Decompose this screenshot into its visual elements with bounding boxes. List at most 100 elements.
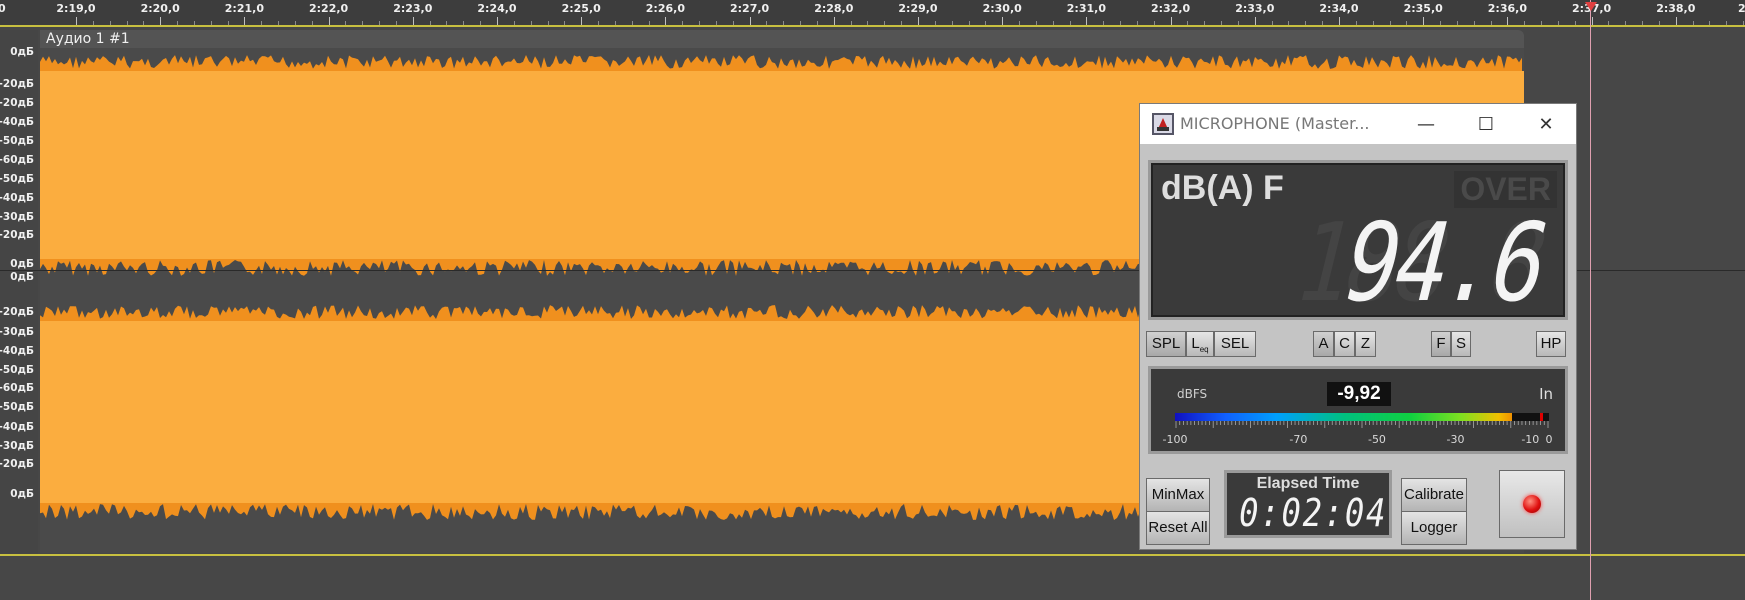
close-button[interactable]: ✕: [1516, 104, 1576, 144]
ruler-tick: 2:23,0: [393, 0, 432, 25]
reset-all-button[interactable]: Reset All: [1146, 511, 1210, 545]
ruler-tick-line: [244, 17, 246, 25]
ruler-tick-line: [1591, 17, 1593, 25]
ruler-minor-tick: [1524, 21, 1526, 25]
ruler-minor-tick: [1709, 21, 1711, 25]
maximize-button[interactable]: ☐: [1456, 104, 1516, 144]
ruler-tick: 2:21,0: [225, 0, 264, 25]
app-icon: [1152, 113, 1174, 135]
level-scale-label: -100: [1162, 433, 1188, 446]
window-titlebar[interactable]: MICROPHONE (Master... — ☐ ✕: [1140, 104, 1576, 144]
ruler-tick-label: 2:21,0: [224, 2, 264, 15]
level-bar: [1175, 413, 1549, 421]
logger-button[interactable]: Logger: [1401, 511, 1467, 545]
ruler-minor-tick: [699, 21, 701, 25]
ruler-tick-line: [1170, 17, 1172, 25]
ruler-minor-tick: [92, 21, 94, 25]
ruler-minor-tick: [598, 21, 600, 25]
fast-response-button[interactable]: F: [1431, 331, 1451, 357]
ruler-minor-tick: [985, 21, 987, 25]
ruler-tick-line: [833, 17, 835, 25]
ruler-minor-tick: [1726, 21, 1728, 25]
leq-button[interactable]: Leq: [1186, 331, 1214, 357]
playhead-marker-icon[interactable]: [1585, 2, 1597, 11]
ruler-tick-label: 2:20,0: [140, 2, 180, 15]
ruler-minor-tick: [766, 21, 768, 25]
ruler-minor-tick: [143, 21, 145, 25]
level-bar-fill: [1175, 413, 1512, 421]
a-weighting-button[interactable]: A: [1313, 331, 1334, 357]
ruler-minor-tick: [1372, 21, 1374, 25]
ruler-minor-tick: [126, 21, 128, 25]
dbfs-meter: dBFS -9,92 In -100 -70 -50 -30 -10 0: [1148, 366, 1568, 454]
ruler-tick-line: [1002, 17, 1004, 25]
ruler-minor-tick: [1271, 21, 1273, 25]
ruler-minor-tick: [1743, 21, 1745, 25]
ruler-tick: 2:36,0: [1488, 0, 1527, 25]
ruler-tick-line: [412, 17, 414, 25]
calibrate-button[interactable]: Calibrate: [1401, 478, 1467, 512]
z-weighting-button[interactable]: Z: [1355, 331, 1376, 357]
minmax-button[interactable]: MinMax: [1146, 478, 1210, 512]
ruler-tick-label: 2:30,0: [982, 2, 1022, 15]
level-scale-label: -30: [1446, 433, 1465, 446]
record-button[interactable]: [1499, 470, 1565, 538]
ruler-tick: 2:27,0: [730, 0, 769, 25]
spl-value: 94.6: [1342, 201, 1547, 326]
ruler-tick: 2:29,0: [898, 0, 938, 25]
ruler-minor-tick: [1355, 21, 1357, 25]
ruler-tick-label: 2:19,0: [56, 2, 96, 15]
sel-button[interactable]: SEL: [1214, 331, 1256, 357]
db-scale-label: -60дБ: [0, 154, 34, 166]
db-scale: 0дБ -20дБ -20дБ -40дБ -50дБ -60дБ -50дБ -40дБ -3…: [0, 30, 38, 555]
ruler-tick: 2:19,0: [56, 0, 96, 25]
ruler-tick-label: 2:25,0: [561, 2, 601, 15]
ruler-minor-tick: [867, 21, 869, 25]
sound-level-meter-window[interactable]: MICROPHONE (Master... — ☐ ✕ dB(A) F OVER…: [1139, 103, 1577, 550]
ruler-tick-line: [1507, 17, 1509, 25]
ruler-minor-tick: [177, 21, 179, 25]
ruler-minor-tick: [210, 21, 212, 25]
ruler-tick-line: [665, 17, 667, 25]
timeline-ruler[interactable]: 0 2:19,0 2:20,0 2:21,0 2:22,0 2:23,0 2:24,0 2:…: [0, 0, 1745, 27]
ruler-tick: 2:34,0: [1319, 0, 1359, 25]
ruler-minor-tick: [850, 21, 852, 25]
ruler-tick-line: [749, 17, 751, 25]
ruler-tick-line: [497, 17, 498, 25]
playhead-line[interactable]: [1590, 0, 1591, 600]
ruler-minor-tick: [1658, 21, 1660, 25]
minimize-button[interactable]: —: [1396, 104, 1456, 144]
ruler-tick: 2:20,0: [141, 0, 180, 25]
ruler-minor-tick: [530, 21, 532, 25]
ruler-minor-tick: [1557, 21, 1559, 25]
db-scale-label: -40дБ: [0, 345, 34, 357]
ruler-tick: 2:35,0: [1404, 0, 1443, 25]
ruler-minor-tick: [682, 21, 684, 25]
level-display: dB(A) F OVER 188.8 94.6: [1148, 160, 1568, 326]
ruler-tick: 2:28,0: [814, 0, 853, 25]
track-title[interactable]: Аудио 1 #1: [40, 30, 1524, 48]
ruler-minor-tick: [1305, 21, 1307, 25]
level-scale-label: -70: [1289, 433, 1308, 446]
ruler-minor-tick: [648, 21, 650, 25]
ruler-minor-tick: [547, 21, 549, 25]
ruler-minor-tick: [1221, 21, 1223, 25]
ruler-minor-tick: [1692, 21, 1694, 25]
ruler-minor-tick: [1237, 21, 1239, 25]
ruler-minor-tick: [783, 21, 785, 25]
ruler-edge-right: 2: [1738, 2, 1745, 15]
ruler-tick: 2:26,0: [646, 0, 685, 25]
ruler-tick-label: 2:22,0: [308, 2, 349, 15]
highpass-button[interactable]: HP: [1536, 331, 1566, 357]
minimize-icon: —: [1417, 113, 1435, 135]
input-label: In: [1539, 385, 1553, 403]
spl-button[interactable]: SPL: [1146, 331, 1186, 357]
c-weighting-button[interactable]: C: [1334, 331, 1355, 357]
ruler-tick-line: [581, 17, 583, 25]
ruler-minor-tick: [1120, 21, 1122, 25]
dbfs-label: dBFS: [1177, 387, 1208, 401]
db-scale-label: 0дБ: [10, 488, 34, 500]
db-scale-label: 0дБ: [10, 46, 34, 58]
slow-response-button[interactable]: S: [1451, 331, 1471, 357]
ruler-minor-tick: [1642, 21, 1644, 25]
